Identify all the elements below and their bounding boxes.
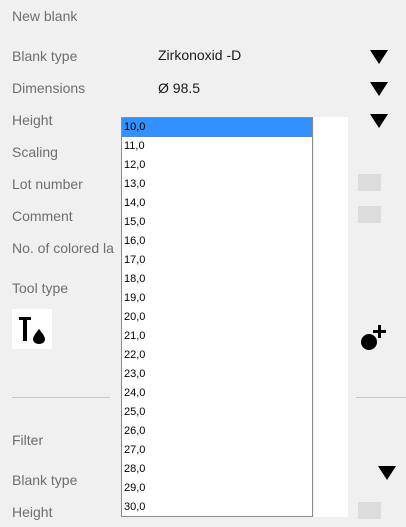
lot-number-field[interactable] (358, 174, 381, 191)
comment-label: Comment (12, 208, 73, 224)
dropdown-option[interactable]: 30,0 (122, 498, 312, 516)
dropdown-option[interactable]: 25,0 (122, 403, 312, 422)
dropdown-option[interactable]: 21,0 (122, 327, 312, 346)
dropdown-option[interactable]: 16,0 (122, 232, 312, 251)
blank-type-dropdown-icon[interactable] (370, 50, 388, 64)
blank-type-label: Blank type (12, 48, 78, 64)
dimensions-dropdown-icon[interactable] (370, 82, 388, 96)
scaling-label: Scaling (12, 144, 58, 160)
tool-type-label: Tool type (12, 280, 69, 296)
dropdown-option[interactable]: 10,0 (122, 118, 312, 137)
dropdown-option[interactable]: 13,0 (122, 175, 312, 194)
filter-title: Filter (12, 432, 44, 448)
dropdown-option[interactable]: 27,0 (122, 441, 312, 460)
add-dot-icon[interactable] (358, 322, 390, 354)
filter-blank-type-label: Blank type (12, 472, 78, 488)
tool-drop-icon (19, 317, 45, 344)
filter-blank-type-dropdown-icon[interactable] (378, 466, 396, 480)
dropdown-option[interactable]: 20,0 (122, 308, 312, 327)
dropdown-option[interactable]: 14,0 (122, 194, 312, 213)
colored-layers-label: No. of colored la (12, 240, 114, 256)
height-dropdown-list[interactable]: 10,0 11,0 12,0 13,0 14,0 15,0 16,0 17,0 18,0 19,0… (121, 117, 313, 517)
dimensions-value[interactable]: Ø 98.5 (158, 80, 200, 96)
dropdown-option[interactable]: 23,0 (122, 365, 312, 384)
dropdown-option[interactable]: 18,0 (122, 270, 312, 289)
tool-type-button[interactable] (12, 309, 52, 349)
divider-right (356, 397, 406, 398)
dropdown-option[interactable]: 11,0 (122, 137, 312, 156)
dropdown-option[interactable]: 26,0 (122, 422, 312, 441)
dropdown-option[interactable]: 24,0 (122, 384, 312, 403)
filter-height-field[interactable] (358, 502, 381, 519)
divider-left (12, 397, 110, 398)
lot-number-label: Lot number (12, 176, 83, 192)
blank-type-value[interactable]: Zirkonoxid -D (158, 47, 241, 63)
section-title: New blank (12, 8, 78, 24)
dimensions-label: Dimensions (12, 80, 86, 96)
dropdown-side-strip (314, 117, 348, 517)
filter-height-label: Height (12, 504, 53, 520)
dropdown-option[interactable]: 28,0 (122, 460, 312, 479)
dropdown-option[interactable]: 22,0 (122, 346, 312, 365)
dropdown-option[interactable]: 19,0 (122, 289, 312, 308)
dropdown-option[interactable]: 15,0 (122, 213, 312, 232)
height-label: Height (12, 112, 53, 128)
dropdown-option[interactable]: 17,0 (122, 251, 312, 270)
comment-field[interactable] (358, 206, 381, 223)
dropdown-option[interactable]: 12,0 (122, 156, 312, 175)
dropdown-option[interactable]: 29,0 (122, 479, 312, 498)
height-dropdown-icon[interactable] (370, 114, 388, 128)
